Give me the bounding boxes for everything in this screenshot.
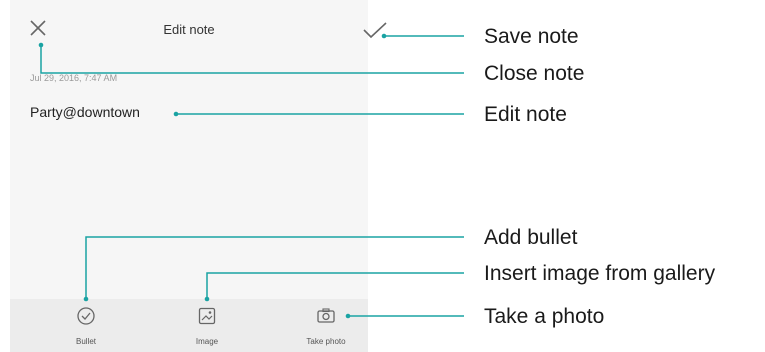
leader-bullet [85,236,464,299]
callout-save-note: Save note [484,25,579,48]
dot-close [38,42,44,48]
dot-photo [345,313,351,319]
callout-insert-image: Insert image from gallery [484,262,716,285]
dot-image [204,296,210,302]
callout-lines [38,33,464,319]
leader-close [40,45,464,74]
callout-close-note: Close note [484,62,585,85]
dot-edit [173,111,179,117]
dot-bullet [83,296,89,302]
callout-take-photo: Take a photo [484,305,605,328]
dot-save [381,33,387,39]
callout-edit-note: Edit note [484,103,567,126]
leader-image [206,272,464,299]
callout-add-bullet: Add bullet [484,226,578,249]
